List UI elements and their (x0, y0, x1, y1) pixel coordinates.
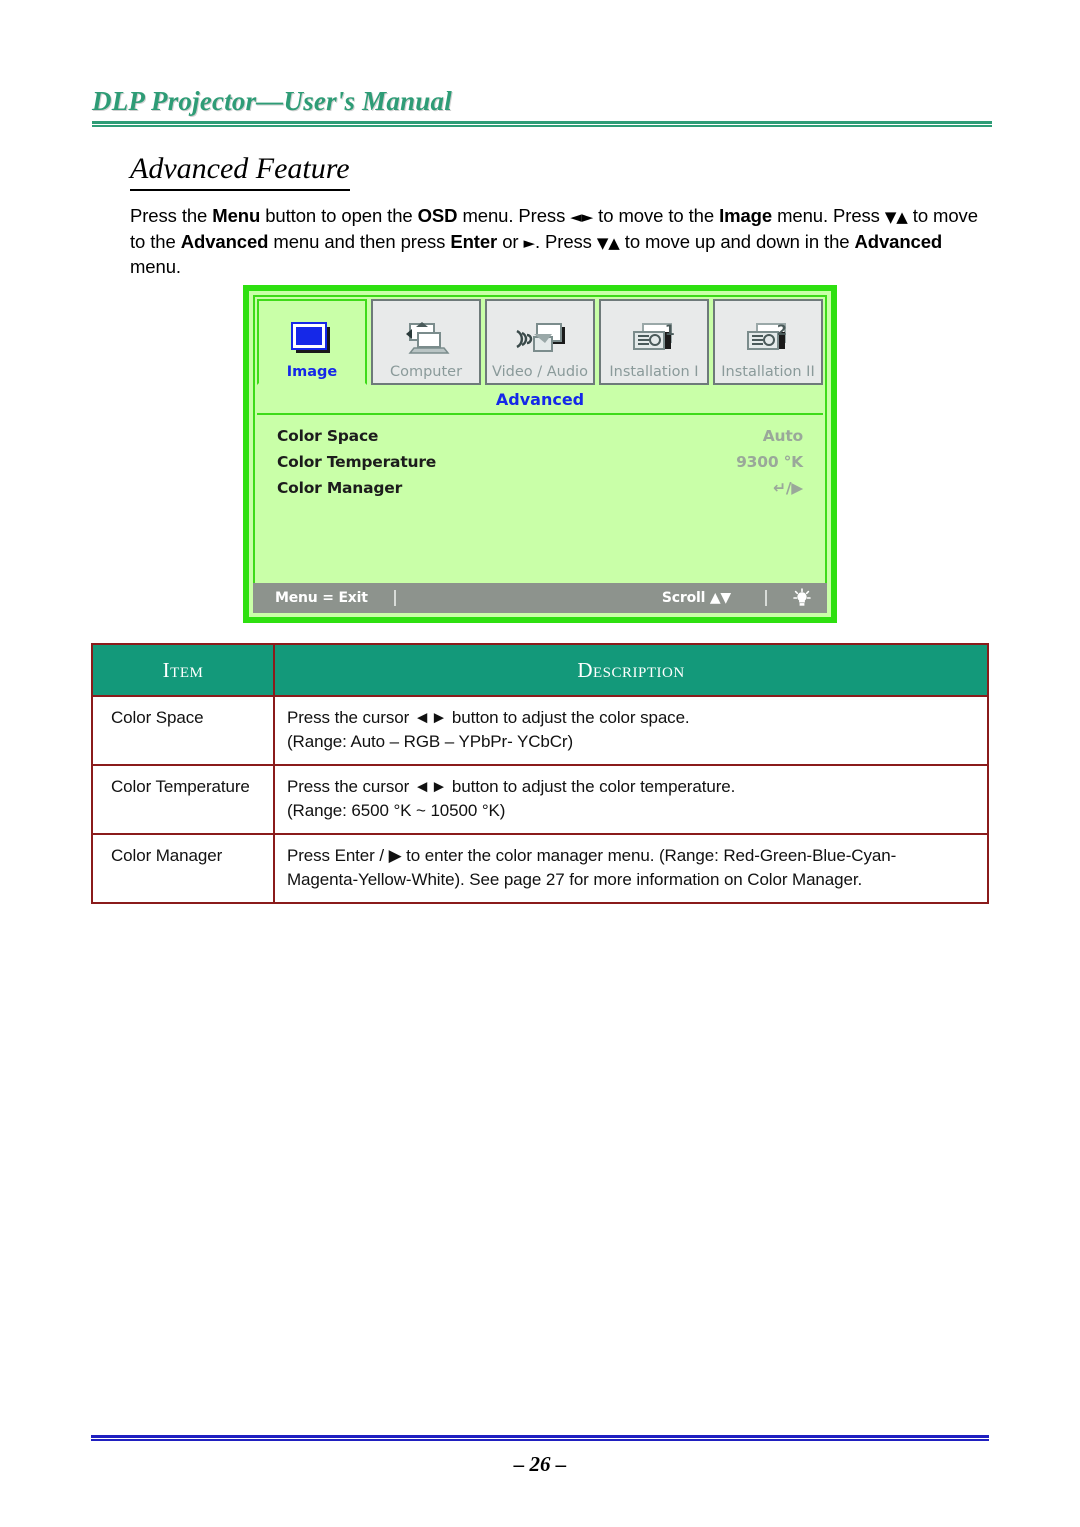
table-row: Color Manager Press Enter / ▶ to enter t… (91, 833, 989, 904)
intro-keyword-enter: Enter (450, 230, 498, 252)
page-title: Advanced Feature (130, 152, 350, 191)
osd-footer-bar: Menu = Exit Scroll ▲▼ (253, 583, 827, 613)
down-up-arrow-icon-2: ▼▲ (596, 233, 620, 252)
table-head: Item Description (91, 643, 989, 697)
image-screen-icon (290, 315, 334, 363)
osd-item-value: Auto (762, 427, 803, 445)
description-line: (Range: Auto – RGB – YPbPr- YCbCr) (287, 732, 574, 751)
intro-keyword-advanced: Advanced (180, 230, 269, 252)
intro-keyword-osd: OSD (417, 205, 458, 226)
osd-tab-installation-1[interactable]: 1 Installation I (599, 299, 709, 385)
intro-text-c: menu. Press (457, 205, 571, 226)
intro-keyword-advanced-2: Advanced (854, 230, 943, 252)
intro-text-j: to move up and down in the (619, 230, 855, 252)
intro-keyword-image: Image (719, 205, 773, 226)
osd-item-label: Color Manager (277, 479, 403, 497)
row-description: Press the cursor ◄► button to adjust the… (273, 764, 989, 835)
osd-footer-exit-hint: Menu = Exit (275, 590, 368, 606)
intro-text-i: . Press (534, 230, 597, 252)
osd-menu-item-color-space[interactable]: Color Space Auto (277, 427, 803, 453)
right-arrow-icon: ► (523, 233, 536, 252)
column-header-description: Description (273, 643, 989, 697)
osd-item-label: Color Temperature (277, 453, 437, 471)
osd-tab-video-audio[interactable]: Video / Audio (485, 299, 595, 385)
intro-text-e: menu. Press (772, 205, 885, 226)
page-number: – 26 – (513, 1452, 567, 1476)
table-header-row: Item Description (91, 643, 989, 697)
row-description: Press Enter / ▶ to enter the color manag… (273, 833, 989, 904)
osd-menu-item-color-temperature[interactable]: Color Temperature 9300 °K (277, 453, 803, 479)
intro-text-a: Press the (130, 205, 213, 226)
intro-text-d: to move to the (593, 205, 720, 226)
description-line: Press the cursor ◄► button to adjust the… (287, 777, 736, 796)
osd-footer-divider-1 (393, 590, 396, 606)
table-row: Color Space Press the cursor ◄► button t… (91, 695, 989, 766)
row-item-name: Color Space (91, 695, 275, 766)
lightbulb-icon (793, 588, 811, 608)
osd-tab-label-installation-2: Installation II (721, 363, 815, 380)
installation-two-icon: 2 (741, 315, 795, 363)
osd-tab-image[interactable]: Image (257, 299, 367, 385)
svg-text:2: 2 (777, 323, 787, 339)
intro-paragraph: Press the Menu button to open the OSD me… (130, 204, 986, 280)
header-divider-rule (92, 121, 992, 127)
osd-item-value-enter-arrow-icon: ↵/▶ (773, 479, 803, 497)
osd-tab-installation-2[interactable]: 2 Installation II (713, 299, 823, 385)
intro-text-k: menu. (130, 256, 181, 277)
osd-footer-scroll-hint: Scroll ▲▼ (661, 590, 731, 606)
osd-tab-label-video-audio: Video / Audio (492, 363, 588, 380)
left-right-arrow-icon: ◄► (570, 208, 594, 226)
svg-text:1: 1 (665, 323, 675, 339)
row-item-name: Color Temperature (91, 764, 275, 835)
osd-tab-strip: Image Computer Video / Audio 1 Installat… (255, 297, 825, 385)
down-up-arrow-icon: ▼▲ (884, 208, 908, 226)
osd-tab-label-computer: Computer (389, 363, 463, 380)
osd-item-value: 9300 °K (736, 453, 803, 471)
intro-text-g: menu and then press (268, 230, 451, 252)
footer-divider-rule (91, 1435, 989, 1441)
manual-page: DLP Projector—User's Manual Advanced Fea… (0, 0, 1080, 1527)
osd-footer-divider-2 (765, 590, 767, 606)
osd-tab-computer[interactable]: Computer (371, 299, 481, 385)
document-header-title: DLP Projector—User's Manual (92, 86, 452, 116)
installation-one-icon: 1 (627, 315, 681, 363)
computer-laptop-icon (400, 315, 452, 363)
osd-submenu-title: Advanced (257, 385, 823, 415)
table-body: Color Space Press the cursor ◄► button t… (91, 695, 989, 904)
osd-tab-label-installation-1: Installation I (609, 363, 699, 380)
osd-menu-items: Color Space Auto Color Temperature 9300 … (255, 419, 825, 583)
description-line: Press the cursor ◄► button to adjust the… (287, 708, 690, 727)
table-row: Color Temperature Press the cursor ◄► bu… (91, 764, 989, 835)
intro-text-b: button to open the (260, 205, 418, 226)
row-item-name: Color Manager (91, 833, 275, 904)
item-description-table: Item Description Color Space Press the c… (91, 643, 989, 904)
intro-text-h: or (497, 230, 524, 252)
osd-item-label: Color Space (277, 427, 379, 445)
osd-menu-screenshot: Image Computer Video / Audio 1 Installat… (243, 285, 837, 623)
description-line: Magenta-Yellow-White). See page 27 for m… (287, 870, 863, 889)
video-audio-icon (511, 315, 569, 363)
description-line: Press Enter / ▶ to enter the color manag… (287, 846, 897, 865)
osd-tab-label-image: Image (286, 363, 338, 380)
document-header: DLP Projector—User's Manual (92, 88, 992, 127)
intro-keyword-menu: Menu (212, 205, 261, 226)
osd-menu-item-color-manager[interactable]: Color Manager ↵/▶ (277, 479, 803, 505)
description-line: (Range: 6500 °K ~ 10500 °K) (287, 801, 506, 820)
osd-inner-frame: Image Computer Video / Audio 1 Installat… (253, 295, 827, 585)
row-description: Press the cursor ◄► button to adjust the… (273, 695, 989, 766)
column-header-item: Item (91, 643, 275, 697)
